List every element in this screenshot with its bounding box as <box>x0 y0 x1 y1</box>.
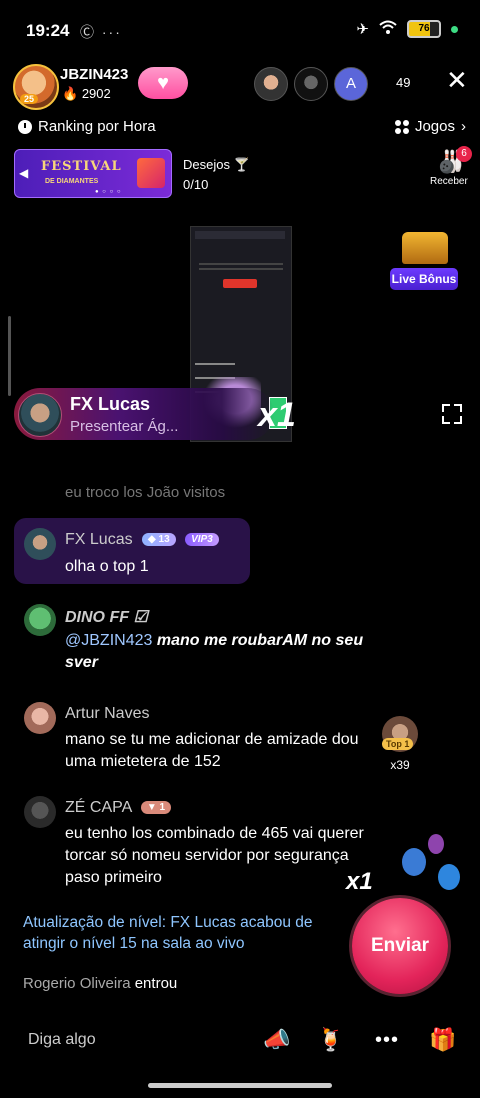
vip-badge: VIP3 <box>185 533 219 547</box>
host-score-value: 2902 <box>81 86 111 101</box>
host-level-badge: 25 <box>20 94 39 104</box>
games-grid-icon <box>394 119 409 134</box>
gem-icon <box>137 158 165 188</box>
enviar-button[interactable]: Enviar <box>352 898 448 994</box>
balloon <box>428 834 444 854</box>
ranking-button[interactable]: Ranking por Hora <box>18 118 156 135</box>
join-action: entrou <box>134 975 178 992</box>
privacy-dot-icon <box>451 25 458 33</box>
live-bonus-label: Live Bônus <box>390 268 458 290</box>
chat-text: eu tenho los combinado de 465 vai querer… <box>65 825 364 886</box>
clock-icon <box>18 119 32 134</box>
balloon <box>438 864 460 890</box>
fire-icon: 🔥 <box>62 86 79 101</box>
preview-rows <box>195 363 235 365</box>
host-score: 🔥 2902 <box>62 86 111 102</box>
more-icon[interactable]: ••• <box>372 1025 402 1055</box>
mention[interactable]: @JBZIN423 <box>65 632 152 649</box>
chat-username-text: ZÉ CAPA <box>65 799 132 816</box>
chat-username[interactable]: FX Lucas ◆ 13 VIP3 <box>65 531 219 549</box>
viewer-avatar-1[interactable] <box>254 67 288 101</box>
chat-avatar[interactable] <box>24 796 56 828</box>
preview-text <box>199 263 283 265</box>
top1-count: x39 <box>390 758 410 772</box>
jogos-button[interactable]: Jogos › <box>394 118 466 135</box>
bottom-bar: Diga algo 📣 🍹 ••• 🎁 <box>0 1015 480 1065</box>
top1-badge: Top 1 <box>382 738 414 750</box>
chevron-right-icon: › <box>461 118 466 135</box>
viewer-avatar-3[interactable]: A <box>334 67 368 101</box>
home-indicator[interactable] <box>148 1083 332 1088</box>
receber-button[interactable]: 🎳 6 Receber <box>430 146 472 187</box>
drink-icon: 🍸 <box>233 157 250 172</box>
level-value: 1 <box>159 802 166 814</box>
chat-message-faded: eu troco los João visitos <box>65 484 226 501</box>
viewer-count[interactable]: 49 <box>396 75 410 90</box>
gift-description: Presentear Ág... <box>70 418 179 435</box>
chat-avatar[interactable] <box>24 604 56 636</box>
chat-username[interactable]: Artur Naves <box>65 705 149 723</box>
join-username[interactable]: Rogerio Oliveira <box>23 975 131 992</box>
host-avatar[interactable] <box>13 64 59 110</box>
scroll-indicator <box>8 316 11 396</box>
gift-combo-multiplier: x1 <box>346 868 373 895</box>
follow-button[interactable]: ♥ <box>138 67 188 99</box>
receber-label: Receber <box>430 176 468 187</box>
heart-icon: ♥ <box>157 71 169 94</box>
jogos-label: Jogos <box>414 118 455 135</box>
balloon <box>402 848 426 876</box>
treasure-chest-icon <box>402 232 448 264</box>
chat-text: olha o top 1 <box>65 558 149 575</box>
airplane-icon: ✈ <box>356 21 369 38</box>
festival-banner[interactable]: ◀ FESTIVAL DE DIAMANTES ● ○ ○ ○ <box>14 149 172 198</box>
wifi-icon <box>379 20 397 38</box>
gift-multiplier: x1 <box>258 396 296 434</box>
chat-avatar[interactable] <box>24 528 56 560</box>
chat-text: @JBZIN423 mano me roubarAM no seu sver <box>65 630 395 674</box>
chat-username-text: FX Lucas <box>65 531 133 548</box>
fullscreen-icon[interactable] <box>442 404 462 424</box>
top1-viewer[interactable]: Top 1 x39 <box>380 716 420 772</box>
gift-box-icon[interactable]: 🎁 <box>428 1025 458 1055</box>
gift-banner[interactable]: FX Lucas Presentear Ág... <box>14 388 274 440</box>
chat-avatar[interactable] <box>24 702 56 734</box>
status-system-icons: ✈ 76 <box>356 20 458 38</box>
balloons-animation <box>400 830 470 910</box>
festival-subtitle: DE DIAMANTES <box>45 178 99 185</box>
battery-icon: 76 <box>407 20 441 38</box>
host-name[interactable]: JBZIN423 <box>60 66 128 83</box>
join-notice: Rogerio Oliveira entrou <box>23 975 177 992</box>
chevron-left-icon: ◀ <box>19 166 29 180</box>
viewer-avatar-2[interactable] <box>294 67 328 101</box>
drink-gift-icon[interactable]: 🍹 <box>316 1025 346 1055</box>
level-update-notice: Atualização de nível: FX Lucas acabou de… <box>23 914 313 952</box>
ranking-label: Ranking por Hora <box>38 118 156 135</box>
level-badge: ▼ 1 <box>140 801 172 815</box>
level-value: 13 <box>158 534 170 546</box>
level-badge: ◆ 13 <box>142 533 176 547</box>
carousel-dots: ● ○ ○ ○ <box>95 189 122 195</box>
live-bonus-button[interactable]: Live Bônus <box>390 232 458 290</box>
status-time: 19:24 <box>26 21 70 40</box>
receber-badge: 6 <box>456 146 472 162</box>
chat-username[interactable]: ZÉ CAPA ▼ 1 <box>65 799 172 817</box>
desejos-progress: 0/10 <box>183 177 209 192</box>
festival-title: FESTIVAL <box>41 159 122 174</box>
gift-sender-avatar <box>18 393 62 437</box>
status-notification-icons: Ⓒ ··· <box>80 24 122 40</box>
desejos-widget[interactable]: Desejos 🍸 0/10 <box>183 155 250 195</box>
comment-input[interactable]: Diga algo <box>28 1031 96 1049</box>
megaphone-icon[interactable]: 📣 <box>262 1025 292 1055</box>
chat-text: mano se tu me adicionar de amizade dou u… <box>65 731 359 770</box>
preview-header <box>195 231 285 239</box>
preview-button <box>223 279 257 288</box>
chat-username[interactable]: DINO FF ☑ <box>65 607 148 627</box>
status-bar: 19:24 Ⓒ ··· ✈ 76 <box>0 0 480 60</box>
desejos-label: Desejos <box>183 157 230 172</box>
close-icon[interactable]: ✕ <box>446 66 468 94</box>
gift-sender-name: FX Lucas <box>70 394 151 414</box>
